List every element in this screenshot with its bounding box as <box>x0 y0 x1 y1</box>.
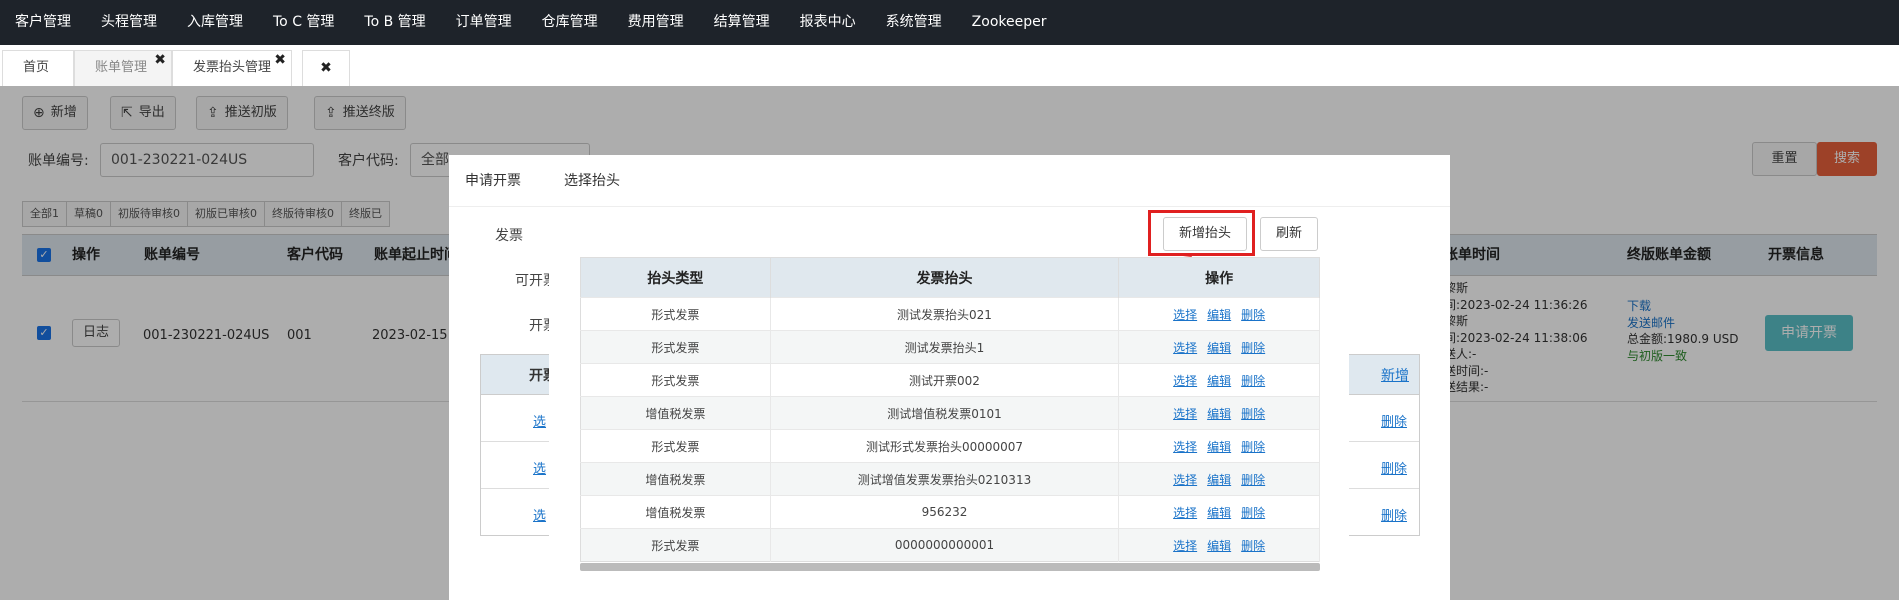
delete-link[interactable]: 删除 <box>1241 308 1265 322</box>
table-row: 增值税发票 956232 选择 编辑 删除 <box>580 495 1320 529</box>
col-invoice-title: 发票抬头 <box>770 257 1120 298</box>
col-actions: 操作 <box>1118 257 1320 298</box>
select-link[interactable]: 选择 <box>1173 440 1197 454</box>
nav-orders[interactable]: 订单管理 <box>441 0 527 45</box>
close-icon[interactable]: ✖ <box>154 51 166 69</box>
nav-toc[interactable]: To C 管理 <box>258 0 349 45</box>
select-link[interactable]: 选 <box>533 505 546 524</box>
delete-link[interactable]: 删除 <box>1241 506 1265 520</box>
edit-link[interactable]: 编辑 <box>1207 407 1231 421</box>
nav-first-leg[interactable]: 头程管理 <box>86 0 172 45</box>
top-nav: 客户管理 头程管理 入库管理 To C 管理 To B 管理 订单管理 仓库管理… <box>0 0 1899 45</box>
refresh-button[interactable]: 刷新 <box>1260 217 1318 251</box>
select-link[interactable]: 选择 <box>1173 539 1197 553</box>
table-row: 形式发票 测试发票抬头021 选择 编辑 删除 <box>580 297 1320 331</box>
edit-link[interactable]: 编辑 <box>1207 440 1231 454</box>
table-row: 形式发票 0000000000001 选择 编辑 删除 <box>580 528 1320 562</box>
delete-link[interactable]: 删除 <box>1381 505 1407 524</box>
nav-tob[interactable]: To B 管理 <box>349 0 440 45</box>
tab-bar: 首页 账单管理 ✖ 发票抬头管理 ✖ ✖ <box>0 45 1899 86</box>
close-icon[interactable]: ✖ <box>274 51 286 69</box>
col-title-type: 抬头类型 <box>580 257 771 298</box>
table-row: 形式发票 测试开票002 选择 编辑 删除 <box>580 363 1320 397</box>
select-link[interactable]: 选择 <box>1173 374 1197 388</box>
table-row: 增值税发票 测试增值发票发票抬头0210313 选择 编辑 删除 <box>580 462 1320 496</box>
delete-link[interactable]: 删除 <box>1241 374 1265 388</box>
select-link[interactable]: 选择 <box>1173 308 1197 322</box>
delete-link[interactable]: 删除 <box>1241 473 1265 487</box>
edit-link[interactable]: 编辑 <box>1207 308 1231 322</box>
edit-link[interactable]: 编辑 <box>1207 341 1231 355</box>
table-row: 形式发票 测试发票抬头1 选择 编辑 删除 <box>580 330 1320 364</box>
tab-invoice-title-management[interactable]: 发票抬头管理 ✖ <box>172 50 292 86</box>
select-link[interactable]: 选 <box>533 458 546 477</box>
nav-system[interactable]: 系统管理 <box>871 0 957 45</box>
nav-warehouse[interactable]: 仓库管理 <box>527 0 613 45</box>
delete-link[interactable]: 删除 <box>1381 458 1407 477</box>
close-icon: ✖ <box>320 60 332 76</box>
nav-customer[interactable]: 客户管理 <box>0 0 86 45</box>
nav-settlement[interactable]: 结算管理 <box>699 0 785 45</box>
tab-home[interactable]: 首页 <box>2 50 74 86</box>
add-row-link[interactable]: 新增 <box>1381 365 1409 385</box>
nav-zookeeper[interactable]: Zookeeper <box>957 0 1062 45</box>
title-table: 抬头类型 发票抬头 操作 形式发票 测试发票抬头021 选择 编辑 删除 形式发票 … <box>580 257 1320 562</box>
nav-fees[interactable]: 费用管理 <box>613 0 699 45</box>
select-link[interactable]: 选择 <box>1173 407 1197 421</box>
delete-link[interactable]: 删除 <box>1381 411 1407 430</box>
table-row: 增值税发票 测试增值税发票0101 选择 编辑 删除 <box>580 396 1320 430</box>
horizontal-scrollbar[interactable] <box>580 563 1320 571</box>
close-all-tabs-button[interactable]: ✖ <box>302 50 350 86</box>
edit-link[interactable]: 编辑 <box>1207 473 1231 487</box>
nav-inbound[interactable]: 入库管理 <box>172 0 258 45</box>
select-link[interactable]: 选择 <box>1173 341 1197 355</box>
delete-link[interactable]: 删除 <box>1241 539 1265 553</box>
edit-link[interactable]: 编辑 <box>1207 506 1231 520</box>
delete-link[interactable]: 删除 <box>1241 407 1265 421</box>
select-title-dialog-title: 选择抬头 <box>549 156 1349 207</box>
tab-bill-management[interactable]: 账单管理 ✖ <box>74 50 172 86</box>
invoice-field-label: 发票 <box>495 228 523 244</box>
edit-link[interactable]: 编辑 <box>1207 374 1231 388</box>
select-link[interactable]: 选 <box>533 411 546 430</box>
delete-link[interactable]: 删除 <box>1241 440 1265 454</box>
table-row: 形式发票 测试形式发票抬头00000007 选择 编辑 删除 <box>580 429 1320 463</box>
select-link[interactable]: 选择 <box>1173 506 1197 520</box>
select-link[interactable]: 选择 <box>1173 473 1197 487</box>
nav-reports[interactable]: 报表中心 <box>785 0 871 45</box>
edit-link[interactable]: 编辑 <box>1207 539 1231 553</box>
delete-link[interactable]: 删除 <box>1241 341 1265 355</box>
